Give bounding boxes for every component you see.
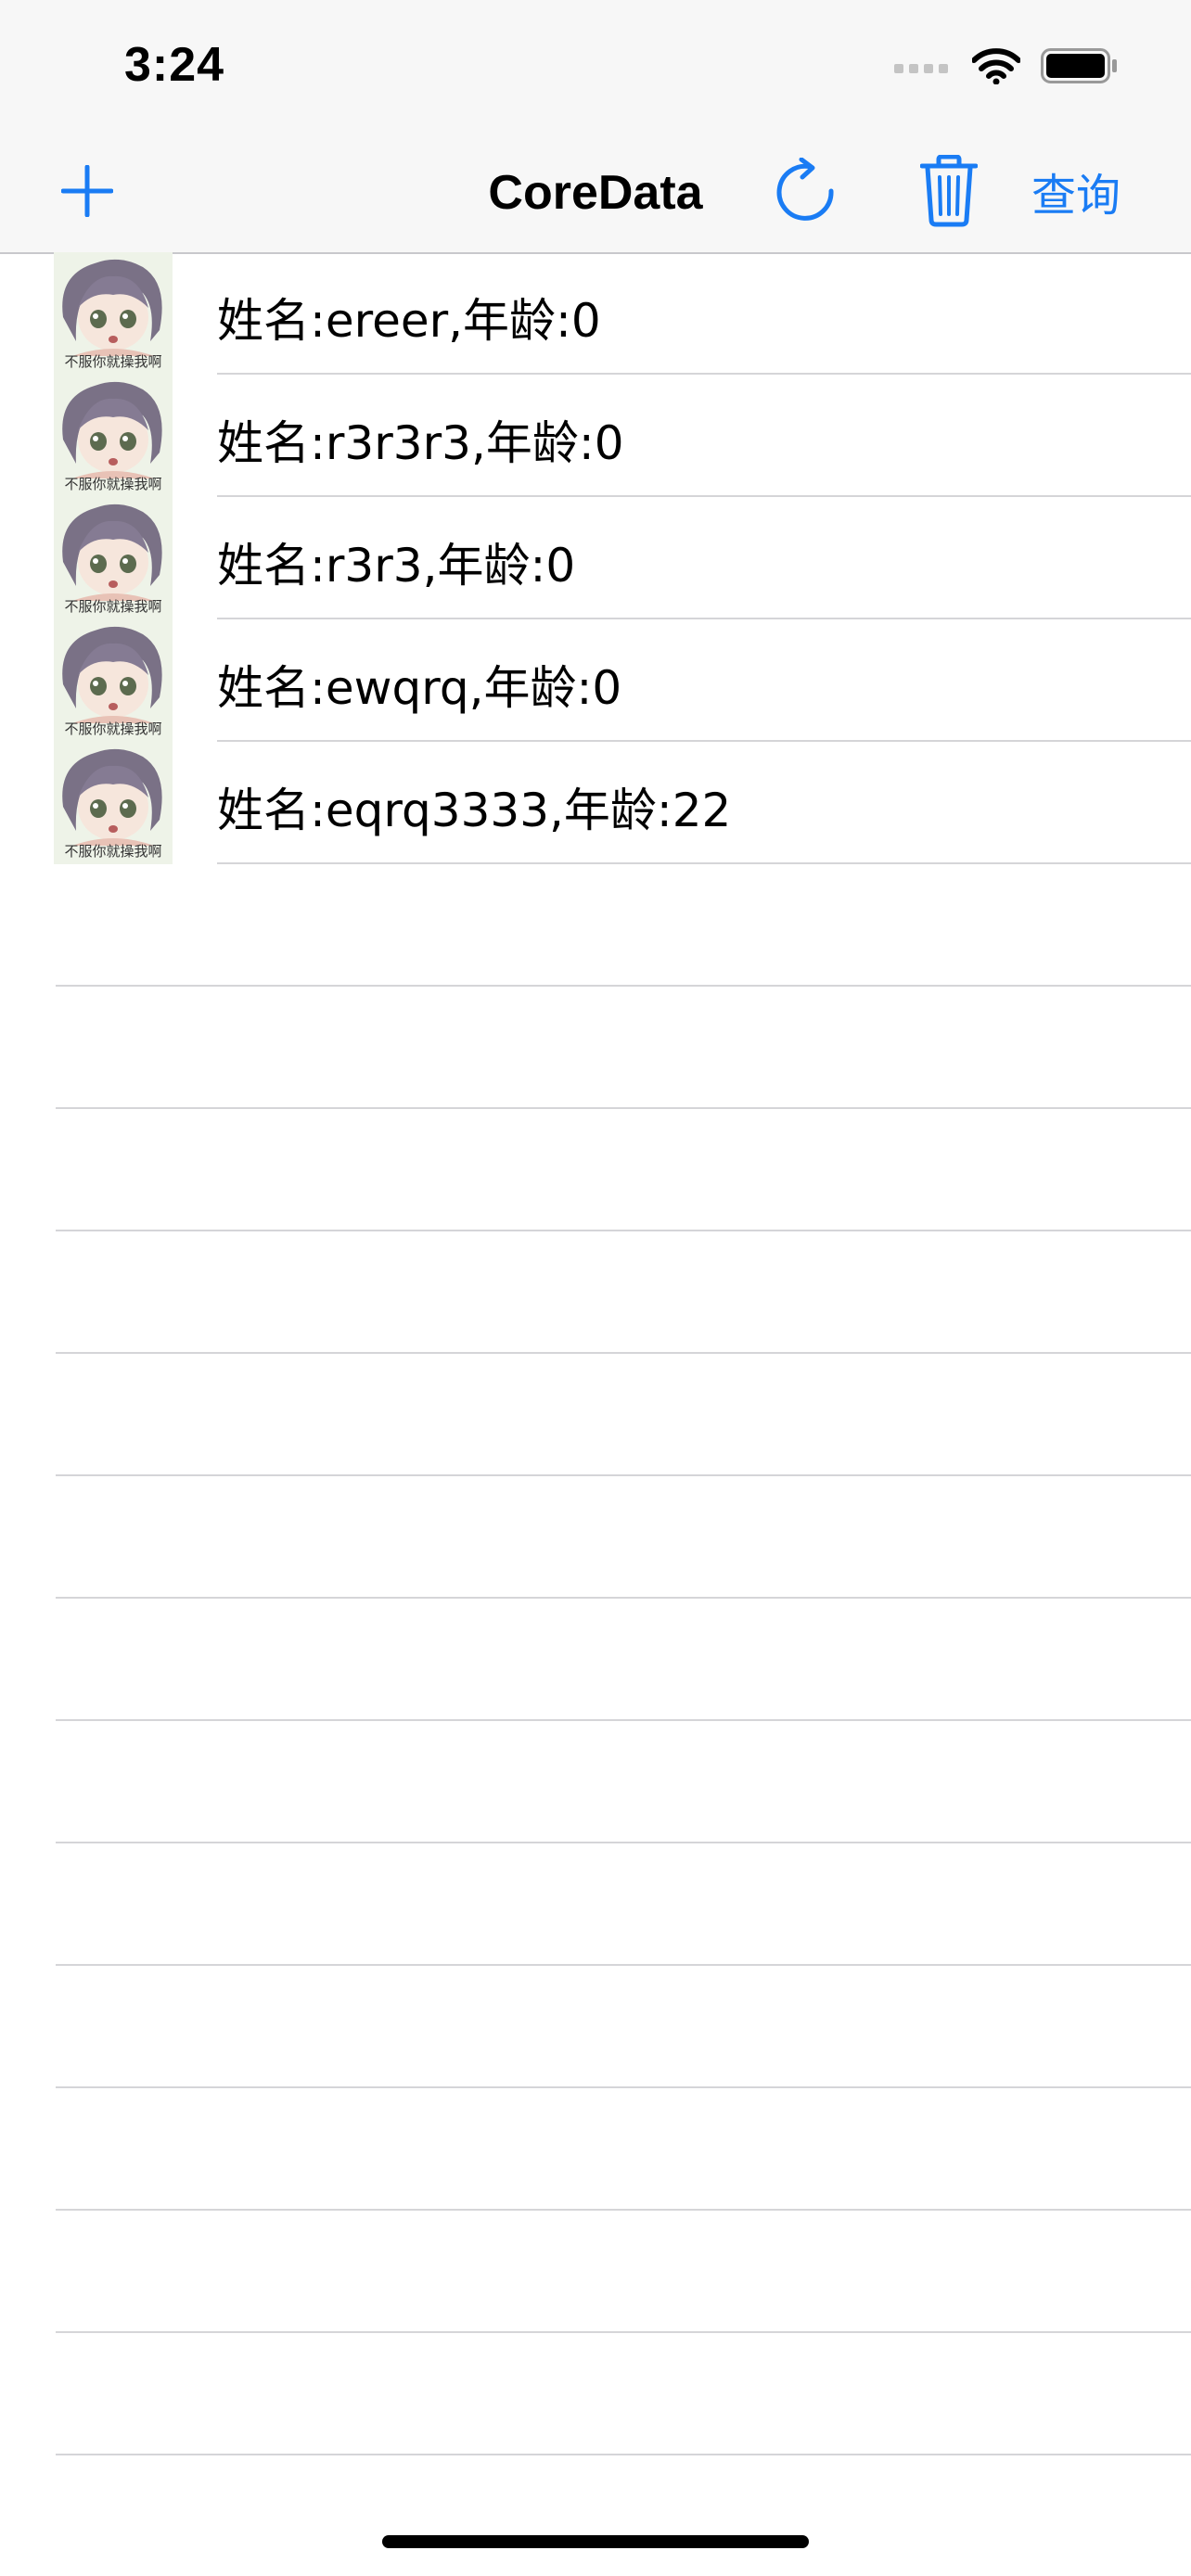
list-item[interactable]: 不服你就操我啊 姓名:r3r3,年龄:0 [0,497,1191,619]
empty-row [0,1109,1191,1231]
record-label: 姓名:r3r3r3,年龄:0 [217,416,624,470]
list-item[interactable]: 不服你就操我啊 姓名:ereer,年龄:0 [0,252,1191,375]
status-time: 3:24 [124,38,225,92]
empty-row [0,1599,1191,1721]
battery-icon [1041,47,1119,88]
status-icons [894,46,1119,89]
avatar: 不服你就操我啊 [54,619,173,742]
trash-icon [920,155,978,227]
avatar-caption: 不服你就操我啊 [64,721,162,737]
record-label: 姓名:eqrq3333,年龄:22 [217,784,732,837]
anime-avatar-image [54,497,173,601]
empty-row [0,1476,1191,1599]
anime-avatar-image [54,252,173,356]
delete-button[interactable] [915,152,983,230]
home-indicator[interactable] [382,2535,809,2548]
empty-row [0,987,1191,1109]
anime-avatar-image [54,742,173,846]
list-item[interactable]: 不服你就操我啊 姓名:r3r3r3,年龄:0 [0,375,1191,497]
avatar: 不服你就操我啊 [54,252,173,375]
avatar-caption: 不服你就操我啊 [64,598,162,615]
record-list: 不服你就操我啊 姓名:ereer,年龄:0 不服你就操我啊 姓名:r3r3r3,… [0,252,1191,2455]
avatar-caption: 不服你就操我啊 [64,353,162,370]
empty-row [0,2333,1191,2455]
anime-avatar-image [54,619,173,723]
navigation-chrome: 3:24 CoreData 查询 [0,0,1191,254]
avatar: 不服你就操我啊 [54,497,173,619]
avatar-caption: 不服你就操我啊 [64,843,162,860]
empty-row [0,2088,1191,2211]
navigation-bar: CoreData 查询 [0,139,1191,250]
anime-avatar-image [54,375,173,478]
empty-row [0,864,1191,987]
empty-row [0,1966,1191,2088]
signal-icon [894,58,952,78]
list-item[interactable]: 不服你就操我啊 姓名:eqrq3333,年龄:22 [0,742,1191,864]
avatar: 不服你就操我啊 [54,742,173,864]
refresh-icon [776,158,834,221]
avatar: 不服你就操我啊 [54,375,173,497]
row-divider [56,2454,1191,2455]
query-button[interactable]: 查询 [1031,161,1121,222]
record-label: 姓名:r3r3,年龄:0 [217,539,576,593]
refresh-button[interactable] [768,154,842,228]
empty-row [0,1721,1191,1843]
add-button[interactable] [54,158,121,224]
record-label: 姓名:ewqrq,年龄:0 [217,661,622,715]
record-label: 姓名:ereer,年龄:0 [217,294,601,348]
empty-row [0,1843,1191,1966]
empty-row [0,2211,1191,2333]
avatar-caption: 不服你就操我啊 [64,476,162,492]
empty-row [0,1354,1191,1476]
page-title: CoreData [488,166,703,220]
plus-icon [61,165,113,217]
wifi-icon [971,47,1021,89]
empty-row [0,1231,1191,1354]
list-item[interactable]: 不服你就操我啊 姓名:ewqrq,年龄:0 [0,619,1191,742]
